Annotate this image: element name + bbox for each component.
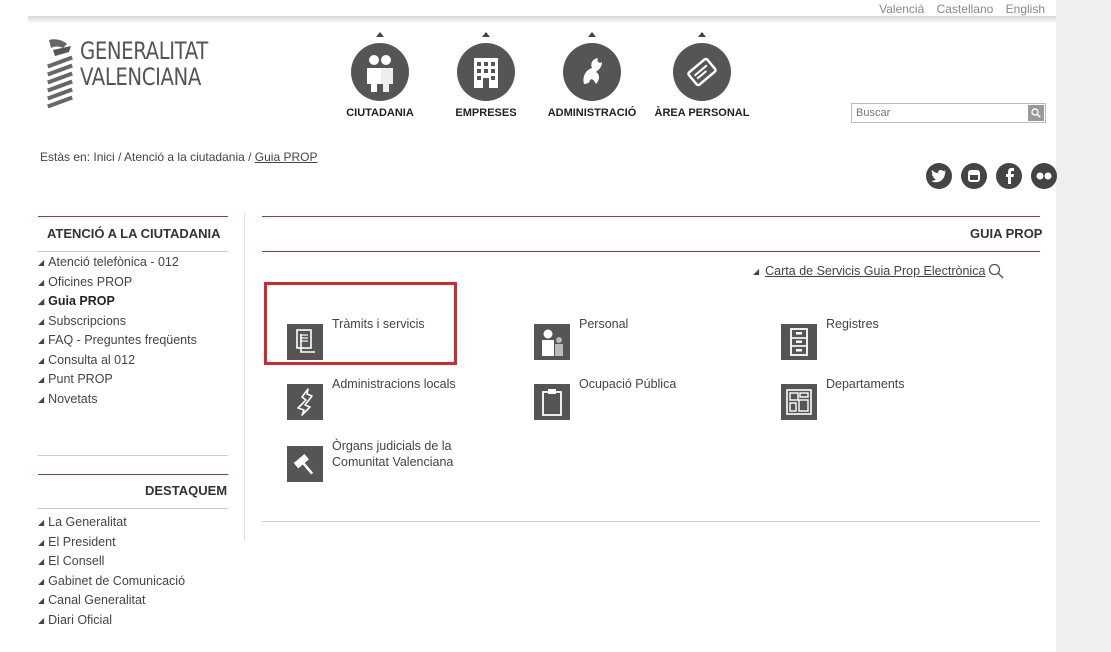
facebook-icon[interactable] (996, 163, 1022, 189)
carta-servicis-link[interactable]: Carta de Servicis Guia Prop Electrònica (765, 264, 985, 278)
floorplan-icon (786, 389, 812, 415)
coat-of-arms-icon (47, 39, 73, 109)
sidebar-divider (38, 508, 228, 509)
caret-up-icon (482, 32, 490, 37)
column-separator (244, 213, 245, 541)
logo-line2: VALENCIANA (80, 63, 201, 91)
sidebar-item-consulta[interactable]: Consulta al 012 (38, 351, 197, 371)
social-links (926, 163, 1057, 189)
selection-highlight (264, 282, 457, 365)
person-icon (542, 329, 563, 356)
sidebar-item-oficines[interactable]: Oficines PROP (38, 273, 197, 293)
lang-english[interactable]: English (1006, 2, 1045, 16)
top-shadow (28, 16, 1056, 24)
search-icon (1031, 108, 1041, 118)
service-organs-judicials[interactable]: Òrgans judicials de la Comunitat Valenci… (287, 434, 482, 482)
carta-servicis: ◢ Carta de Servicis Guia Prop Electrònic… (753, 263, 1004, 279)
sidebar-item-subscripcions[interactable]: Subscripcions (38, 312, 197, 332)
sidebar-top-rule (38, 216, 228, 217)
service-registres[interactable]: Registres (781, 312, 879, 360)
sidebar-divider (38, 455, 228, 456)
cabinet-icon (790, 328, 808, 356)
twitter-icon[interactable] (926, 163, 952, 189)
breadcrumb: Estàs en: Inici / Atenció a la ciutadani… (40, 150, 318, 164)
search-button[interactable] (1028, 105, 1044, 121)
sidebar-item-guia-prop[interactable]: Guia PROP (38, 292, 197, 312)
clipboard-icon (542, 389, 562, 416)
gavel-icon (293, 454, 314, 475)
nav-label: CIUTADANIA (346, 107, 414, 119)
page-title: GUIA PROP (970, 226, 1043, 241)
sidebar-divider (38, 251, 228, 252)
service-label: Òrgans judicials de la Comunitat Valenci… (332, 439, 454, 469)
sidebar-list-destaquem: La Generalitat El President El Consell G… (38, 513, 185, 630)
nav-administracio[interactable]: ADMINISTRACIÓ (547, 32, 637, 119)
nav-label: EMPRESES (455, 107, 517, 119)
sidebar-item-punt-prop[interactable]: Punt PROP (38, 370, 197, 390)
region-icon (297, 388, 313, 416)
sidebar-item-telefonica[interactable]: Atenció telefònica - 012 (38, 253, 197, 273)
sidebar-item-novetats[interactable]: Novetats (38, 390, 197, 410)
caret-up-icon (376, 32, 384, 37)
card-icon (687, 57, 717, 87)
dragon-icon (583, 58, 602, 84)
nav-empreses[interactable]: EMPRESES (446, 32, 526, 119)
sidebar-rule (38, 474, 228, 475)
sidebar-item-consell[interactable]: El Consell (38, 552, 185, 572)
sidebar-title-atencio: ATENCIÓ A LA CIUTADANIA (47, 226, 221, 241)
nav-area-personal[interactable]: ÀREA PERSONAL (652, 32, 752, 119)
sidebar-item-faq[interactable]: FAQ - Preguntes freqüents (38, 331, 197, 351)
search-input[interactable] (852, 105, 1028, 121)
flickr-icon[interactable] (1031, 163, 1057, 189)
sidebar-list-atencio: Atenció telefònica - 012 Oficines PROP G… (38, 253, 197, 409)
service-departaments[interactable]: Departaments (781, 372, 905, 420)
service-label: Administracions locals (332, 377, 456, 391)
service-label: Registres (826, 317, 879, 331)
breadcrumb-current[interactable]: Guia PROP (255, 150, 318, 164)
main-top-rule (262, 216, 1040, 217)
service-ocupacio-publica[interactable]: Ocupació Pública (534, 372, 676, 420)
main-title-rule (262, 251, 1040, 252)
right-gutter (1056, 0, 1111, 652)
main-bottom-rule (262, 521, 1040, 522)
service-label: Departaments (826, 377, 905, 391)
sidebar-title-destaquem: DESTAQUEM (145, 483, 228, 498)
service-administracions-locals[interactable]: Administracions locals (287, 372, 456, 420)
sidebar-item-canal[interactable]: Canal Generalitat (38, 591, 185, 611)
sidebar-item-president[interactable]: El President (38, 533, 185, 553)
sidebar-item-generalitat[interactable]: La Generalitat (38, 513, 185, 533)
lang-valencia[interactable]: Valencià (879, 2, 924, 16)
caret-up-icon (588, 32, 596, 37)
building-icon (474, 58, 498, 88)
search-icon (989, 263, 1004, 279)
sidebar-item-gabinet[interactable]: Gabinet de Comunicació (38, 572, 185, 592)
caret-up-icon (698, 32, 706, 37)
language-bar: Valencià Castellano English (870, 2, 1045, 16)
search-box (851, 103, 1046, 123)
breadcrumb-path: Estàs en: Inici / Atenció a la ciutadani… (40, 150, 255, 164)
logo-line1: GENERALITAT (80, 37, 208, 65)
people-icon (367, 55, 393, 92)
bullet-triangle-icon: ◢ (753, 266, 760, 276)
lang-castellano[interactable]: Castellano (937, 2, 994, 16)
service-label: Personal (579, 317, 629, 331)
generalitat-logo[interactable]: GENERALITAT VALENCIANA (45, 38, 236, 110)
nav-label: ADMINISTRACIÓ (547, 107, 637, 119)
youtube-icon[interactable] (961, 163, 987, 189)
nav-label: ÀREA PERSONAL (654, 107, 750, 119)
service-label: Ocupació Pública (579, 377, 677, 391)
nav-ciutadania[interactable]: CIUTADANIA (340, 32, 420, 119)
sidebar-item-diari[interactable]: Diari Oficial (38, 611, 185, 631)
service-personal[interactable]: Personal (534, 312, 628, 360)
